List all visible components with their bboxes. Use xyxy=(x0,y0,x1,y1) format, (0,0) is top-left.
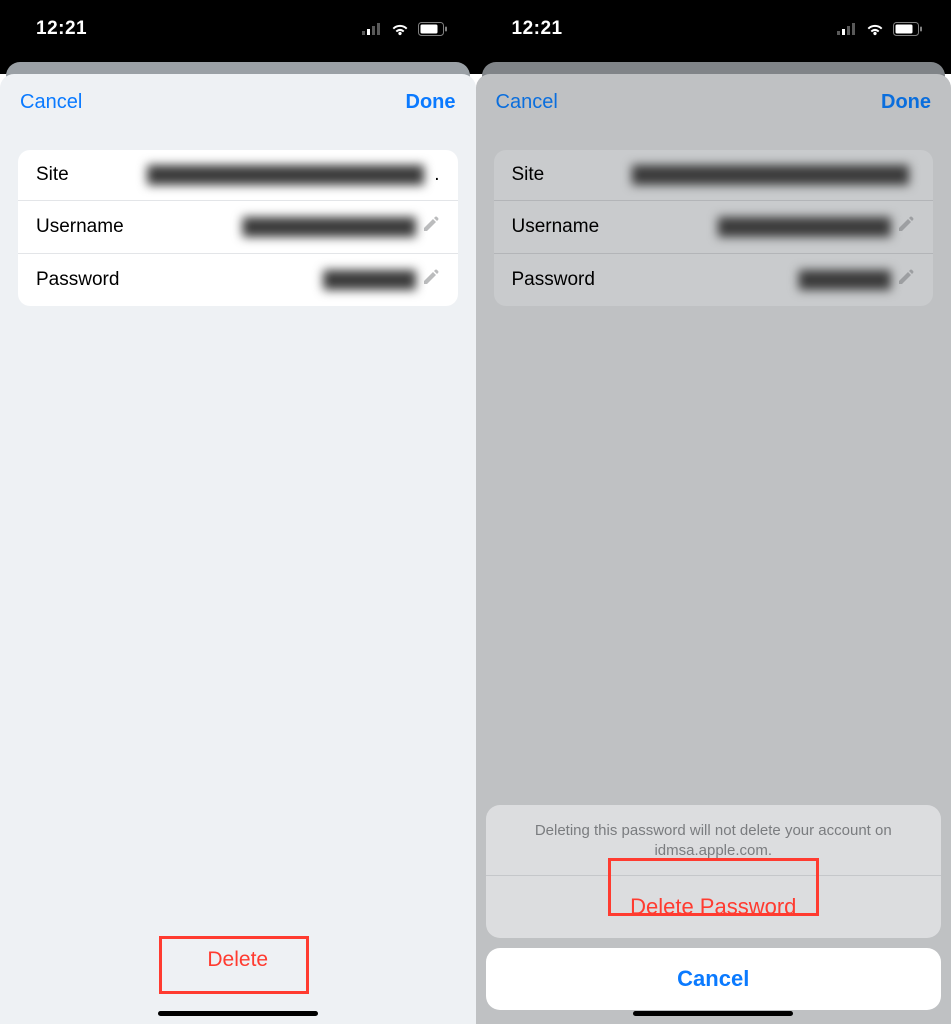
trail-dot: . xyxy=(434,164,439,186)
site-label: Site xyxy=(36,164,69,186)
home-indicator[interactable] xyxy=(633,1011,793,1016)
pencil-icon[interactable] xyxy=(422,268,440,292)
done-button[interactable]: Done xyxy=(881,91,931,114)
status-bar: 12:21 xyxy=(0,0,476,58)
username-row[interactable]: Username ███████████████ xyxy=(18,200,458,253)
status-time: 12:21 xyxy=(36,18,87,40)
password-label: Password xyxy=(512,269,595,291)
left-screenshot: 12:21 Cancel Done Site █████████████████… xyxy=(0,0,476,1024)
site-value: ████████████████████████ xyxy=(554,165,909,185)
delete-button[interactable]: Delete xyxy=(179,934,296,986)
pencil-icon[interactable] xyxy=(897,215,915,239)
username-label: Username xyxy=(512,216,600,238)
username-row[interactable]: Username ███████████████ xyxy=(494,200,934,253)
sheet-stack-back xyxy=(0,58,476,74)
password-label: Password xyxy=(36,269,119,291)
credentials-card: Site ████████████████████████ Username █… xyxy=(494,150,934,306)
cellular-icon xyxy=(362,23,382,35)
sheet-header: Cancel Done xyxy=(0,74,476,130)
cellular-icon xyxy=(837,23,857,35)
username-label: Username xyxy=(36,216,124,238)
done-button[interactable]: Done xyxy=(406,91,456,114)
password-row[interactable]: Password ████████ xyxy=(494,253,934,306)
action-sheet-message: Deleting this password will not delete y… xyxy=(486,805,942,876)
site-label: Site xyxy=(512,164,545,186)
wifi-icon xyxy=(390,22,410,36)
cancel-button[interactable]: Cancel xyxy=(496,91,558,114)
sheet-header: Cancel Done xyxy=(476,74,951,130)
password-sheet: Cancel Done Site ███████████████████████… xyxy=(0,74,476,1024)
right-screenshot: 12:21 Cancel Done Site █████████████████… xyxy=(476,0,951,1024)
pencil-icon[interactable] xyxy=(422,215,440,239)
site-row[interactable]: Site ████████████████████████ xyxy=(494,150,934,200)
home-indicator[interactable] xyxy=(158,1011,318,1016)
delete-password-button[interactable]: Delete Password xyxy=(486,875,942,938)
action-sheet: Deleting this password will not delete y… xyxy=(476,805,951,1024)
password-value: ████████ xyxy=(129,270,415,290)
password-value: ████████ xyxy=(605,270,891,290)
status-time: 12:21 xyxy=(512,18,563,40)
cancel-button[interactable]: Cancel xyxy=(20,91,82,114)
delete-wrap: Delete xyxy=(0,934,476,986)
status-bar: 12:21 xyxy=(476,0,951,58)
password-row[interactable]: Password ████████ xyxy=(18,253,458,306)
pencil-icon[interactable] xyxy=(897,268,915,292)
status-icons xyxy=(837,22,923,36)
battery-icon xyxy=(893,22,923,36)
action-sheet-group: Deleting this password will not delete y… xyxy=(486,805,942,939)
credentials-card: Site ████████████████████████ . Username… xyxy=(18,150,458,306)
site-value: ████████████████████████ xyxy=(79,165,424,185)
username-value: ███████████████ xyxy=(609,217,891,237)
status-icons xyxy=(362,22,448,36)
action-sheet-cancel-button[interactable]: Cancel xyxy=(486,948,942,1010)
battery-icon xyxy=(418,22,448,36)
password-sheet-dimmed: Cancel Done Site ███████████████████████… xyxy=(476,74,951,1024)
sheet-stack-back xyxy=(476,58,951,74)
site-row[interactable]: Site ████████████████████████ . xyxy=(18,150,458,200)
wifi-icon xyxy=(865,22,885,36)
username-value: ███████████████ xyxy=(134,217,416,237)
